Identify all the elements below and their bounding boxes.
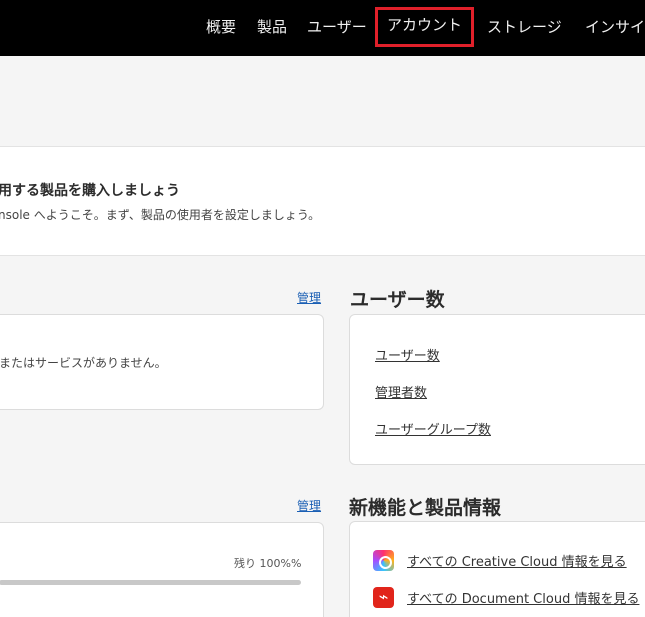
banner-subtitle: nsole へようこそ。まず、製品の使用者を設定しましょう。 xyxy=(0,208,321,222)
news-item-creative-cloud[interactable]: すべての Creative Cloud 情報を見る xyxy=(373,550,645,572)
users-card: ユーザー数 管理者数 ユーザーグループ数 xyxy=(349,314,645,465)
nav-tab-account[interactable]: アカウント xyxy=(374,7,475,47)
products-card: またはサービスがありません。 xyxy=(0,314,324,410)
welcome-banner: 用する製品を購入しましょう nsole へようこそ。まず、製品の使用者を設定しま… xyxy=(0,146,645,256)
nav-tab-users[interactable]: ユーザー xyxy=(307,0,367,56)
products-empty-text: またはサービスがありません。 xyxy=(0,356,167,370)
news-link-creative-cloud[interactable]: すべての Creative Cloud 情報を見る xyxy=(407,551,627,570)
document-cloud-icon xyxy=(373,586,394,608)
page-header-area xyxy=(0,56,645,146)
products-manage-link[interactable]: 管理 xyxy=(297,289,321,306)
top-navigation: 概要 製品 ユーザー アカウント ストレージ インサイ xyxy=(0,0,645,56)
storage-progress-bar xyxy=(0,580,301,585)
nav-tab-overview[interactable]: 概要 xyxy=(206,0,236,56)
creative-cloud-icon xyxy=(373,550,394,571)
news-item-document-cloud[interactable]: すべての Document Cloud 情報を見る xyxy=(373,586,645,609)
storage-manage-link[interactable]: 管理 xyxy=(297,497,321,514)
user-count-link[interactable]: ユーザー数 xyxy=(375,345,440,364)
admin-count-link[interactable]: 管理者数 xyxy=(375,382,427,401)
news-link-document-cloud[interactable]: すべての Document Cloud 情報を見る xyxy=(407,588,639,607)
nav-tab-insights[interactable]: インサイ xyxy=(585,0,645,56)
user-group-count-link[interactable]: ユーザーグループ数 xyxy=(375,419,491,438)
storage-card: 残り 100%% xyxy=(0,522,324,617)
admin-console-page: 概要 製品 ユーザー アカウント ストレージ インサイ 用する製品を購入しましょ… xyxy=(0,0,645,617)
news-section-title: 新機能と製品情報 xyxy=(349,497,502,519)
news-card: すべての Creative Cloud 情報を見る すべての Document … xyxy=(349,521,645,617)
nav-tab-storage[interactable]: ストレージ xyxy=(487,0,562,56)
banner-title: 用する製品を購入しましょう xyxy=(0,183,180,199)
storage-remaining-label: 残り 100%% xyxy=(234,557,302,570)
nav-tab-products[interactable]: 製品 xyxy=(257,0,287,56)
users-section-title: ユーザー数 xyxy=(350,289,445,311)
